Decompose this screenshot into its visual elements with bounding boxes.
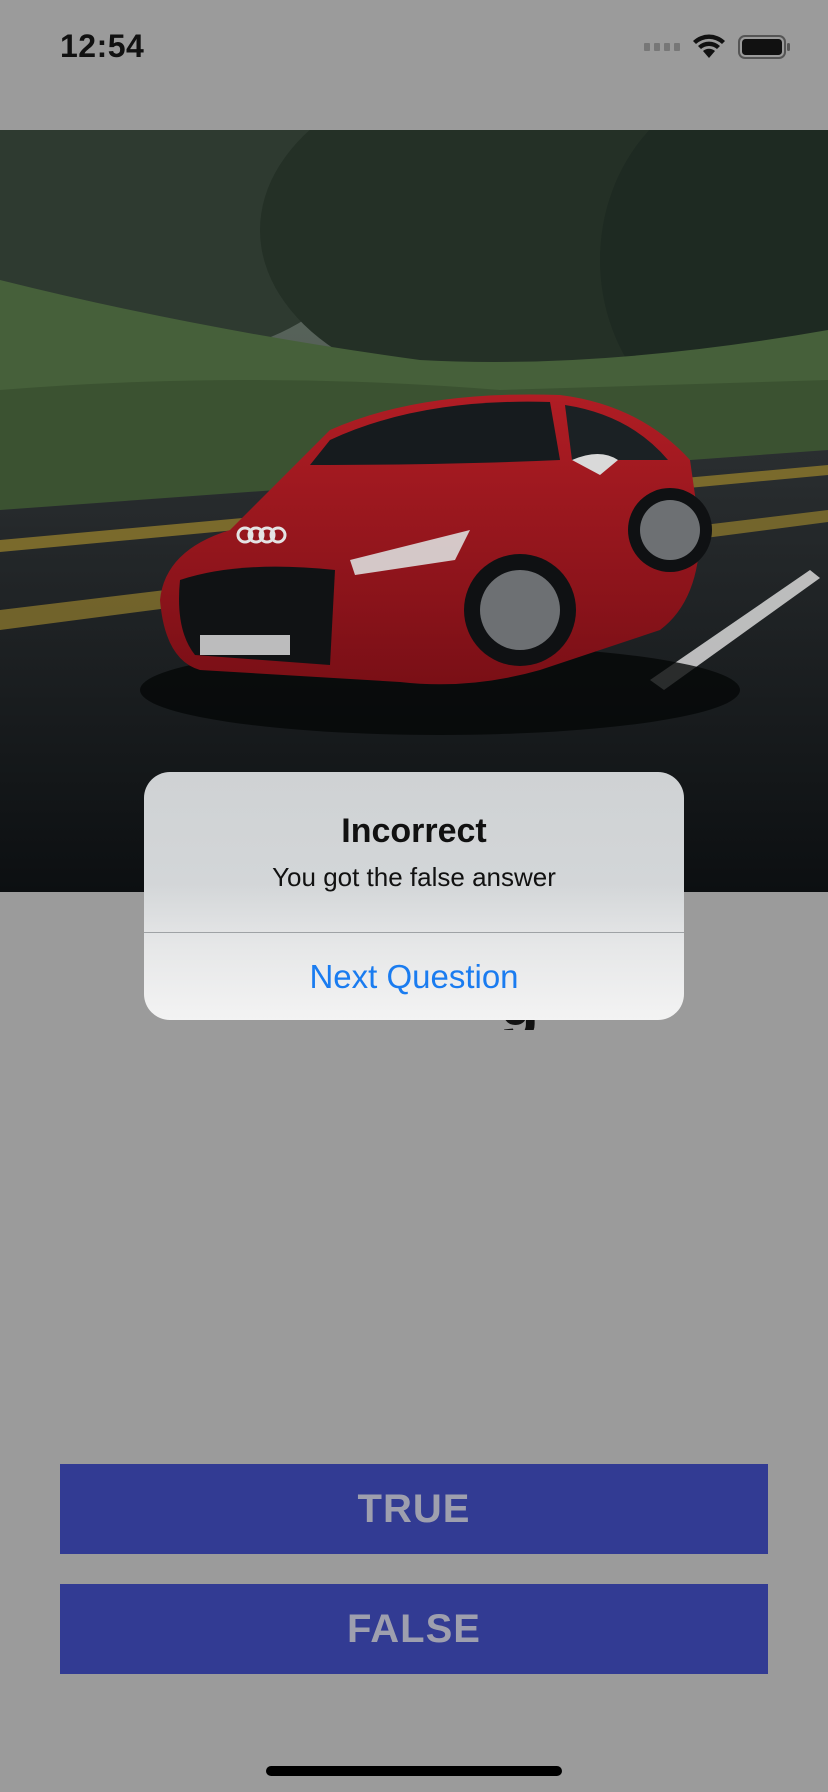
cellular-signal-icon [644, 43, 680, 51]
battery-icon [738, 34, 792, 60]
result-alert: Incorrect You got the false answer Next … [144, 772, 684, 1020]
alert-message: You got the false answer [272, 862, 556, 892]
home-indicator[interactable] [266, 1766, 562, 1776]
next-question-button[interactable]: Next Question [144, 933, 684, 1020]
status-bar: 12:54 [0, 0, 828, 100]
status-time: 12:54 [60, 28, 145, 64]
quiz-screen: 12:54 TRUE FALSE Incorrect You got the f… [0, 0, 828, 1792]
status-icons [644, 34, 792, 60]
alert-title: Incorrect [341, 812, 487, 850]
wifi-icon [692, 34, 726, 60]
false-button[interactable]: FALSE [60, 1584, 768, 1674]
alert-body: Incorrect You got the false answer [144, 772, 684, 932]
true-button[interactable]: TRUE [60, 1464, 768, 1554]
